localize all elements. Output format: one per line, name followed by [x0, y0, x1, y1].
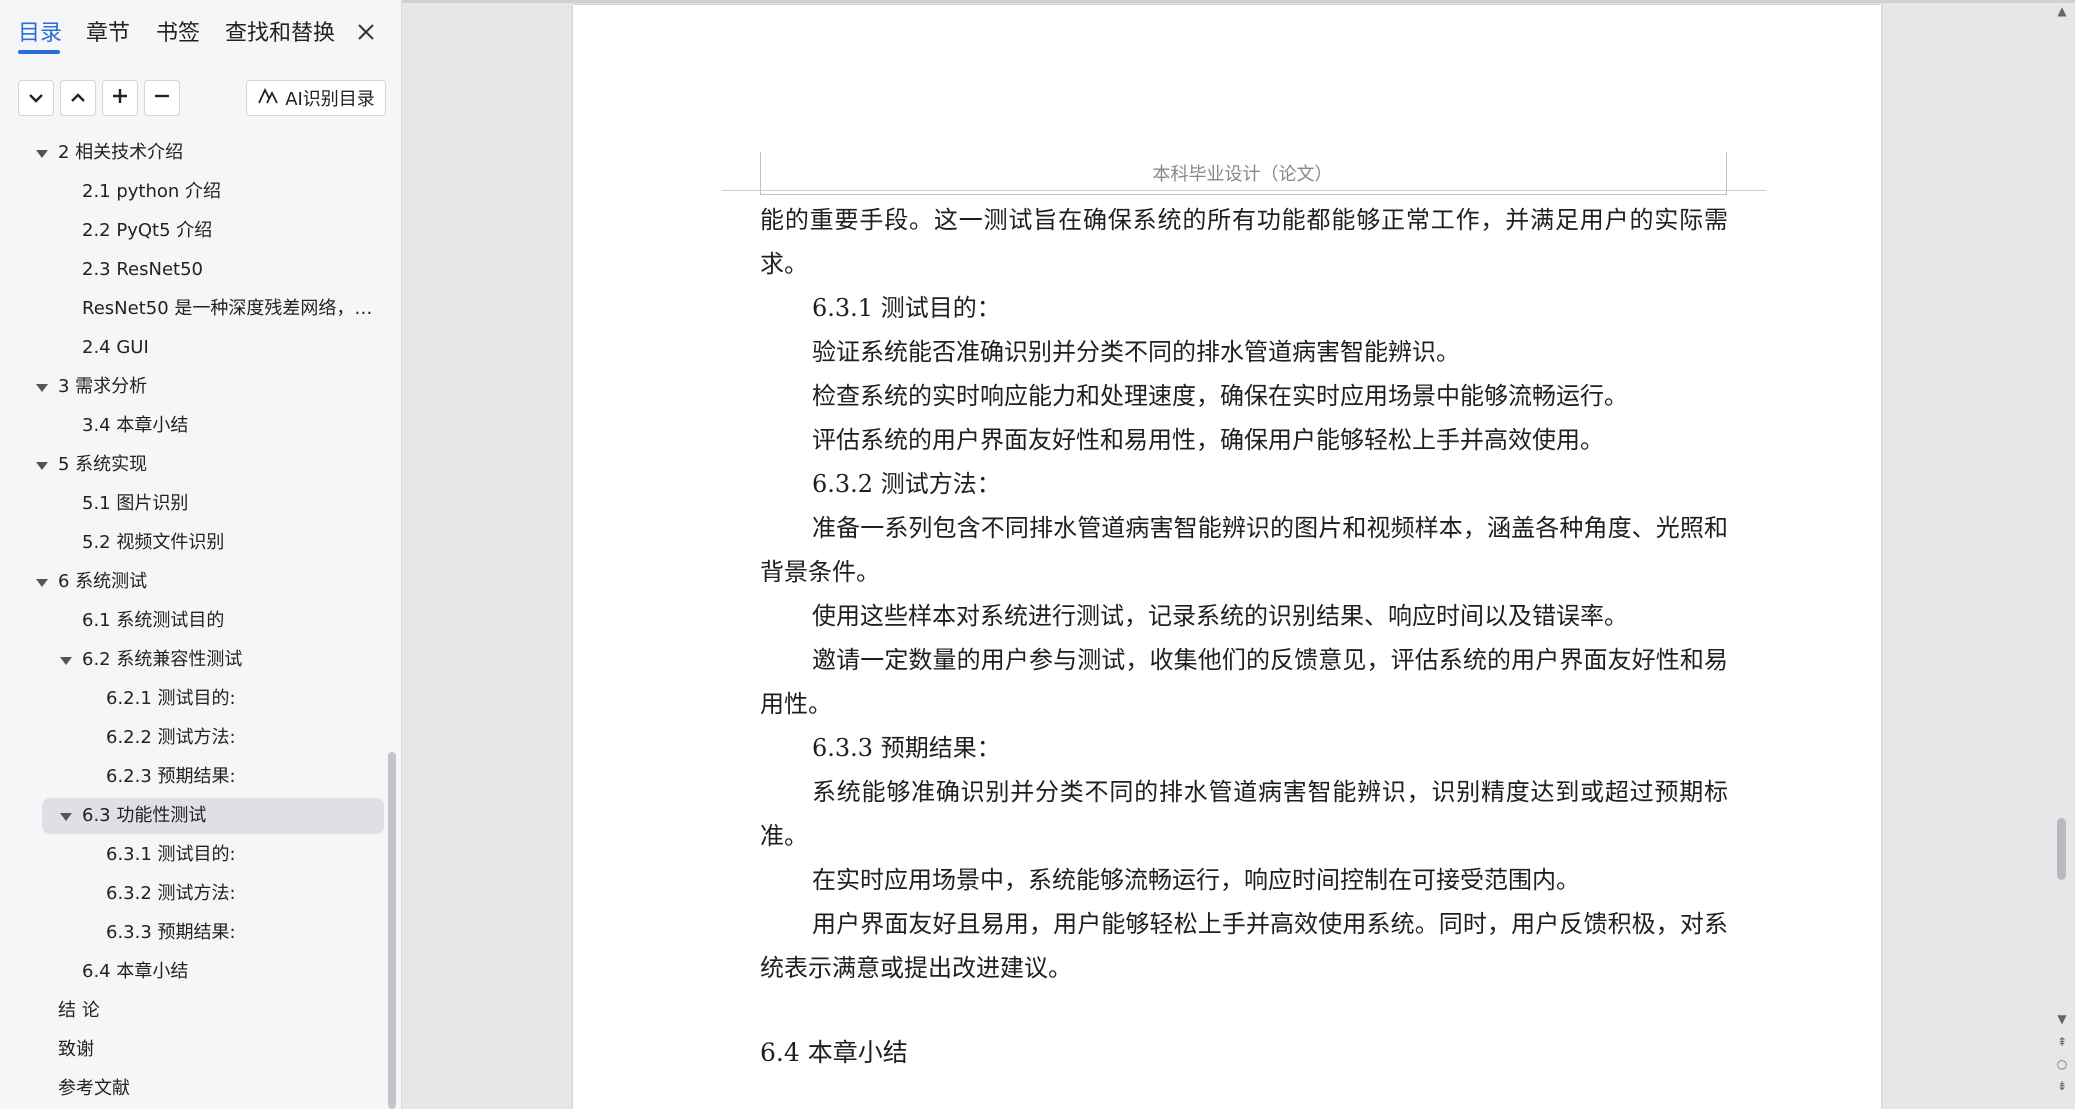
toc-item-label: 6.3.2 测试方法: — [106, 883, 236, 904]
ai-recognize-toc-button[interactable]: AI识别目录 — [246, 80, 386, 116]
navigation-sidebar: 目录 章节 书签 查找和替换 AI识别目录 2 相关技术介绍 2.1 pytho… — [0, 0, 402, 1109]
toc-item[interactable]: 6 系统测试 — [0, 564, 385, 600]
collapse-all-button[interactable] — [18, 80, 54, 116]
tab-toc[interactable]: 目录 — [18, 20, 62, 48]
next-page-icon[interactable]: ⇟ — [2056, 1080, 2068, 1092]
toc-item-label: 3 需求分析 — [58, 376, 148, 397]
active-tab-indicator — [18, 50, 60, 54]
toc-item-label: 2.1 python 介绍 — [82, 181, 222, 202]
toc-item-label: 3.4 本章小结 — [82, 415, 189, 436]
toc-item[interactable]: 5.2 视频文件识别 — [0, 525, 385, 561]
toc-item[interactable]: 2.4 GUI — [0, 330, 385, 366]
toc-item-label: 5 系统实现 — [58, 454, 148, 475]
toc-item[interactable]: 参考文献 — [0, 1071, 385, 1107]
plus-icon — [112, 88, 128, 108]
expand-arrow-icon[interactable] — [60, 657, 72, 665]
close-icon[interactable] — [352, 18, 380, 46]
toc-item[interactable]: 6.4 本章小结 — [0, 954, 385, 990]
toc-item-label: 2.3 ResNet50 — [82, 259, 203, 280]
scroll-up-icon[interactable]: ▲ — [2056, 5, 2068, 17]
paragraph: 邀请一定数量的用户参与测试，收集他们的反馈意见，评估系统的用户界面友好性和易用性… — [760, 646, 1728, 718]
paragraph: 6.3.1 测试目的： — [812, 294, 1001, 322]
toc-item[interactable]: 6.2.2 测试方法: — [0, 720, 385, 756]
toc-item-label: 6.2.2 测试方法: — [106, 727, 236, 748]
toc-item-label: 参考文献 — [58, 1078, 130, 1099]
tab-bookmarks[interactable]: 书签 — [156, 20, 200, 48]
toc-item-label: 5.1 图片识别 — [82, 493, 189, 514]
ai-button-label: AI识别目录 — [285, 89, 375, 110]
paragraph: 用户界面友好且易用，用户能够轻松上手并高效使用系统。同时，用户反馈积极，对系统表… — [760, 910, 1728, 982]
expand-all-button[interactable] — [60, 80, 96, 116]
toc-item[interactable]: ResNet50 是一种深度残差网络，… — [0, 291, 385, 327]
chevron-down-icon — [28, 89, 44, 108]
toc-item[interactable]: 2.1 python 介绍 — [0, 174, 385, 210]
toc-item-label: 6.2 系统兼容性测试 — [82, 649, 243, 670]
toc-item-label: 5.2 视频文件识别 — [82, 532, 225, 553]
toc-item-label: 6.2.1 测试目的: — [106, 688, 236, 709]
toc-item[interactable]: 3.4 本章小结 — [0, 408, 385, 444]
toc-item[interactable]: 6.2.3 预期结果: — [0, 759, 385, 795]
select-browse-object-icon[interactable]: ○ — [2056, 1058, 2068, 1070]
paragraph: 检查系统的实时响应能力和处理速度，确保在实时应用场景中能够流畅运行。 — [812, 382, 1628, 410]
toc-item-label: 2 相关技术介绍 — [58, 142, 184, 163]
toc-item[interactable]: 2 相关技术介绍 — [0, 135, 385, 171]
paragraph: 能的重要手段。这一测试旨在确保系统的所有功能都能够正常工作，并满足用户的实际需求… — [760, 206, 1728, 278]
paragraph: 使用这些样本对系统进行测试，记录系统的识别结果、响应时间以及错误率。 — [812, 602, 1628, 630]
toc-item-label: 2.2 PyQt5 介绍 — [82, 220, 213, 241]
toc-item[interactable]: 致谢 — [0, 1032, 385, 1068]
paragraph: 在实时应用场景中，系统能够流畅运行，响应时间控制在可接受范围内。 — [812, 866, 1580, 894]
toc-item-label: 6 系统测试 — [58, 571, 148, 592]
toc-item-label: 6.3.3 预期结果: — [106, 922, 236, 943]
chevron-up-icon — [70, 89, 86, 108]
previous-page-icon[interactable]: ⇞ — [2056, 1036, 2068, 1048]
toc-item-label: ResNet50 是一种深度残差网络，… — [82, 298, 373, 319]
toc-item[interactable]: 6.1 系统测试目的 — [0, 603, 385, 639]
toc-item-label: 结 论 — [58, 1000, 100, 1021]
toc-item[interactable]: 5.1 图片识别 — [0, 486, 385, 522]
toc-item-label: 6.3 功能性测试 — [82, 805, 207, 826]
toc-toolbar: AI识别目录 — [0, 80, 401, 120]
toc-item-label: 6.2.3 预期结果: — [106, 766, 236, 787]
page-header-rule — [722, 190, 1766, 191]
minus-icon — [154, 88, 170, 108]
toc-item[interactable]: 6.3.3 预期结果: — [0, 915, 385, 951]
expand-arrow-icon[interactable] — [36, 462, 48, 470]
section-title: 6.4 本章小结 — [760, 1038, 908, 1067]
scroll-down-icon[interactable]: ▼ — [2056, 1013, 2068, 1025]
toc-item-label: 2.4 GUI — [82, 337, 149, 358]
toc-item[interactable]: 2.3 ResNet50 — [0, 252, 385, 288]
paragraph: 6.3.2 测试方法： — [812, 470, 1001, 498]
toc-item-label: 6.1 系统测试目的 — [82, 610, 225, 631]
toc-item[interactable]: 结 论 — [0, 993, 385, 1029]
tab-chapters[interactable]: 章节 — [86, 20, 130, 48]
toc-item-label: 6.3.1 测试目的: — [106, 844, 236, 865]
tab-find-replace[interactable]: 查找和替换 — [225, 20, 335, 48]
toc-item[interactable]: 6.3.1 测试目的: — [0, 837, 385, 873]
ai-magic-icon — [257, 87, 279, 110]
paragraph: 6.3.3 预期结果： — [812, 734, 1001, 762]
toc-item[interactable]: 5 系统实现 — [0, 447, 385, 483]
toc-item[interactable]: 6.3.2 测试方法: — [0, 876, 385, 912]
toc-item[interactable]: 3 需求分析 — [0, 369, 385, 405]
toc-item[interactable]: 6.2.1 测试目的: — [0, 681, 385, 717]
expand-arrow-icon[interactable] — [36, 384, 48, 392]
expand-arrow-icon[interactable] — [60, 813, 72, 821]
sidebar-scrollbar[interactable] — [388, 752, 396, 1109]
sidebar-tabs: 目录 章节 书签 查找和替换 — [0, 0, 401, 64]
toc-item[interactable]: 2.2 PyQt5 介绍 — [0, 213, 385, 249]
paragraph: 验证系统能否准确识别并分类不同的排水管道病害智能辨识。 — [812, 338, 1460, 366]
document-scrollbar[interactable] — [2057, 818, 2066, 880]
paragraph: 准备一系列包含不同排水管道病害智能辨识的图片和视频样本，涵盖各种角度、光照和背景… — [760, 514, 1728, 586]
toc-item[interactable]: 6.2 系统兼容性测试 — [0, 642, 385, 678]
add-heading-button[interactable] — [102, 80, 138, 116]
toc-item-label: 致谢 — [58, 1039, 94, 1060]
toc-item[interactable]: 6.3 功能性测试 — [42, 798, 384, 834]
paragraph: 系统能够准确识别并分类不同的排水管道病害智能辨识，识别精度达到或超过预期标准。 — [760, 778, 1728, 850]
expand-arrow-icon[interactable] — [36, 579, 48, 587]
expand-arrow-icon[interactable] — [36, 150, 48, 158]
page-header-text: 本科毕业设计（论文） — [1152, 164, 1333, 185]
remove-heading-button[interactable] — [144, 80, 180, 116]
paragraph: 评估系统的用户界面友好性和易用性，确保用户能够轻松上手并高效使用。 — [812, 426, 1604, 454]
toc-item-label: 6.4 本章小结 — [82, 961, 189, 982]
